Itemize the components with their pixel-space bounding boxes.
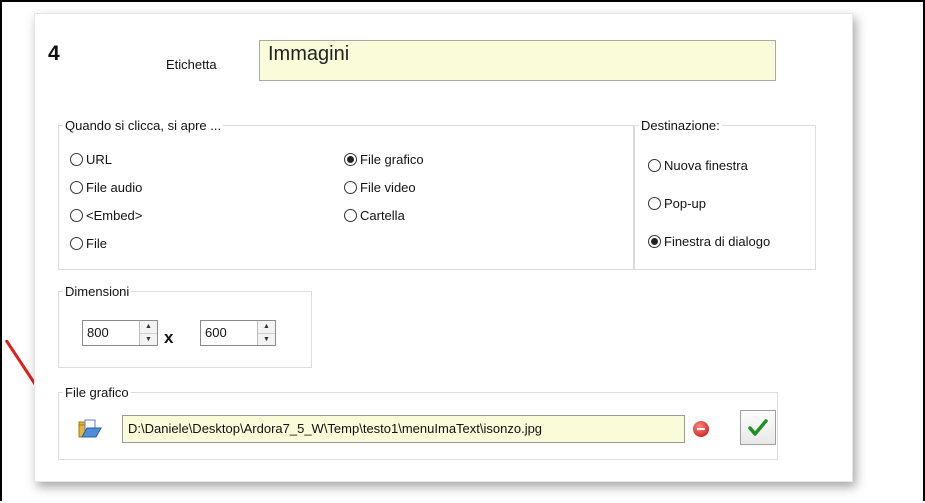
width-down-arrow-icon[interactable]: ▼: [140, 332, 157, 345]
file-legend: File grafico: [65, 385, 129, 400]
radio-label: Finestra di dialogo: [664, 234, 771, 249]
radio-circle: [70, 153, 83, 166]
radio-pop-up[interactable]: Pop-up: [648, 196, 706, 211]
radio-label: File grafico: [360, 152, 424, 167]
radio-label: File video: [360, 180, 416, 195]
radio-circle-selected: [648, 235, 661, 248]
radio-label: File audio: [86, 180, 143, 195]
radio-circle: [648, 159, 661, 172]
radio-url[interactable]: URL: [70, 152, 112, 167]
radio-circle: [648, 197, 661, 210]
radio-circle: [344, 209, 357, 222]
radio-circle: [344, 181, 357, 194]
item-number: 4: [48, 42, 60, 65]
radio-file[interactable]: File: [70, 236, 107, 251]
radio-finestra-dialogo[interactable]: Finestra di dialogo: [648, 234, 770, 249]
radio-nuova-finestra[interactable]: Nuova finestra: [648, 158, 748, 173]
dimensions-legend: Dimensioni: [65, 284, 130, 299]
radio-embed[interactable]: <Embed>: [70, 208, 142, 223]
radio-circle: [70, 237, 83, 250]
open-folder-icon[interactable]: [78, 419, 102, 439]
remove-icon[interactable]: [693, 421, 709, 437]
radio-file-grafico[interactable]: File grafico: [344, 152, 424, 167]
times-sign: x: [164, 328, 174, 347]
height-up-arrow-icon[interactable]: ▲: [258, 321, 275, 333]
height-value: 600: [205, 325, 227, 340]
height-down-arrow-icon[interactable]: ▼: [258, 332, 275, 345]
radio-label: File: [86, 236, 107, 251]
radio-file-audio[interactable]: File audio: [70, 180, 142, 195]
checkmark-icon: [748, 418, 768, 436]
file-path-input[interactable]: D:\Daniele\Desktop\Ardora7_5_W\Temp\test…: [122, 415, 685, 443]
radio-label: Cartella: [360, 208, 405, 223]
width-value: 800: [87, 325, 109, 340]
radio-circle: [70, 181, 83, 194]
radio-label: <Embed>: [86, 208, 143, 223]
destination-legend: Destinazione:: [641, 118, 720, 133]
radio-label: Nuova finestra: [664, 158, 748, 173]
radio-label: Pop-up: [664, 196, 706, 211]
radio-cartella[interactable]: Cartella: [344, 208, 405, 223]
open-type-legend: Quando si clicca, si apre ...: [65, 118, 222, 133]
radio-file-video[interactable]: File video: [344, 180, 416, 195]
radio-label: URL: [86, 152, 113, 167]
radio-circle: [70, 209, 83, 222]
confirm-button[interactable]: [740, 410, 776, 445]
radio-circle-selected: [344, 153, 357, 166]
height-stepper[interactable]: 600 ▲ ▼: [200, 320, 276, 346]
width-stepper[interactable]: 800 ▲ ▼: [82, 320, 158, 346]
etichetta-label: Etichetta: [166, 57, 217, 72]
width-up-arrow-icon[interactable]: ▲: [140, 321, 157, 333]
etichetta-input[interactable]: Immagini: [259, 40, 776, 81]
